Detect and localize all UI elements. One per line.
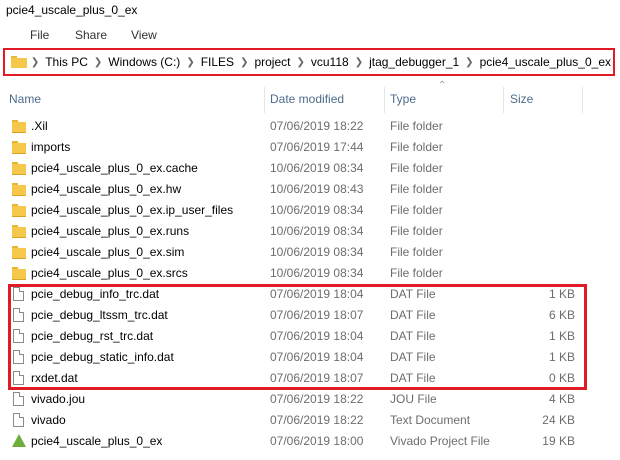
folder-icon — [12, 119, 26, 133]
folder-icon — [12, 245, 26, 259]
chevron-right-icon[interactable]: ❯ — [461, 57, 477, 68]
file-type: File folder — [390, 140, 443, 154]
chevron-right-icon[interactable]: ❯ — [292, 57, 308, 68]
file-name: pcie4_uscale_plus_0_ex.runs — [31, 224, 190, 238]
file-type: File folder — [390, 119, 443, 133]
file-name: .Xil — [31, 119, 48, 133]
file-row[interactable]: imports 07/06/2019 17:44 File folder — [0, 137, 620, 158]
sort-up-icon: ⌃ — [438, 80, 447, 91]
folder-icon — [12, 224, 26, 238]
column-divider[interactable] — [384, 87, 385, 113]
column-header-size[interactable]: Size — [510, 90, 533, 108]
file-row[interactable]: vivado 07/06/2019 18:22 Text Document 24 KB — [0, 410, 620, 431]
file-row[interactable]: pcie4_uscale_plus_0_ex.hw 10/06/2019 08:4… — [0, 179, 620, 200]
breadcrumb-vcu118[interactable]: vcu118 — [309, 55, 351, 69]
chevron-right-icon[interactable]: ❯ — [236, 57, 252, 68]
file-size: 24 KB — [542, 413, 575, 427]
file-name: imports — [31, 140, 71, 154]
window-title: pcie4_uscale_plus_0_ex — [6, 3, 138, 17]
file-name: pcie4_uscale_plus_0_ex — [31, 434, 163, 448]
breadcrumb-files[interactable]: FILES — [199, 55, 236, 69]
folder-icon — [12, 203, 26, 217]
column-header-name[interactable]: Name — [9, 90, 41, 108]
file-name: vivado — [31, 413, 66, 427]
folder-icon — [11, 56, 27, 68]
column-header-date[interactable]: Date modified — [270, 90, 344, 108]
file-type: File folder — [390, 266, 443, 280]
file-date: 07/06/2019 18:22 — [270, 413, 364, 427]
file-date: 10/06/2019 08:34 — [270, 266, 364, 280]
file-name: pcie4_uscale_plus_0_ex.sim — [31, 245, 185, 259]
file-date: 10/06/2019 08:34 — [270, 245, 364, 259]
file-type: File folder — [390, 224, 443, 238]
breadcrumb-project[interactable]: project — [252, 55, 292, 69]
address-bar[interactable]: ❯ This PC ❯ Windows (C:) ❯ FILES ❯ proje… — [3, 48, 615, 76]
file-type: JOU File — [390, 392, 437, 406]
file-date: 07/06/2019 18:22 — [270, 392, 364, 406]
folder-icon — [12, 161, 26, 175]
file-date: 07/06/2019 17:44 — [270, 140, 364, 154]
breadcrumb-windows-c[interactable]: Windows (C:) — [106, 55, 182, 69]
file-type: Vivado Project File — [390, 434, 490, 448]
file-date: 07/06/2019 18:22 — [270, 119, 364, 133]
file-type: File folder — [390, 203, 443, 217]
menu-view[interactable]: View — [131, 28, 157, 42]
file-type: File folder — [390, 245, 443, 259]
file-icon — [13, 392, 24, 406]
file-name: pcie4_uscale_plus_0_ex.cache — [31, 161, 198, 175]
file-type: File folder — [390, 161, 443, 175]
breadcrumb-current-folder[interactable]: pcie4_uscale_plus_0_ex — [478, 55, 613, 69]
file-date: 10/06/2019 08:34 — [270, 224, 364, 238]
highlight-box — [8, 284, 587, 390]
file-type: Text Document — [390, 413, 471, 427]
file-name: pcie4_uscale_plus_0_ex.hw — [31, 182, 182, 196]
file-row[interactable]: pcie4_uscale_plus_0_ex.cache 10/06/2019 0… — [0, 158, 620, 179]
folder-icon — [12, 182, 26, 196]
column-divider[interactable] — [503, 87, 504, 113]
file-row[interactable]: .Xil 07/06/2019 18:22 File folder — [0, 116, 620, 137]
file-date: 10/06/2019 08:34 — [270, 161, 364, 175]
chevron-right-icon[interactable]: ❯ — [182, 57, 198, 68]
column-divider[interactable] — [582, 87, 583, 113]
chevron-right-icon[interactable]: ❯ — [27, 57, 43, 68]
file-name: pcie4_uscale_plus_0_ex.srcs — [31, 266, 188, 280]
breadcrumb-jtag-debugger[interactable]: jtag_debugger_1 — [367, 55, 461, 69]
file-icon — [13, 413, 24, 427]
breadcrumb-this-pc[interactable]: This PC — [43, 55, 90, 69]
file-size: 4 KB — [548, 392, 575, 406]
file-row[interactable]: pcie4_uscale_plus_0_ex.runs 10/06/2019 08… — [0, 221, 620, 242]
folder-icon — [12, 266, 26, 280]
folder-icon — [12, 140, 26, 154]
file-row[interactable]: pcie4_uscale_plus_0_ex.ip_user_files 10/0… — [0, 200, 620, 221]
file-date: 10/06/2019 08:34 — [270, 203, 364, 217]
column-divider[interactable] — [264, 87, 265, 113]
chevron-right-icon[interactable]: ❯ — [351, 57, 367, 68]
file-name: pcie4_uscale_plus_0_ex.ip_user_files — [31, 203, 234, 217]
file-name: vivado.jou — [31, 392, 86, 406]
chevron-right-icon[interactable]: ❯ — [90, 57, 106, 68]
menu-file[interactable]: File — [30, 28, 49, 42]
file-date: 07/06/2019 18:00 — [270, 434, 364, 448]
file-size: 19 KB — [542, 434, 575, 448]
vivado-project-icon — [12, 434, 26, 447]
column-header-type[interactable]: Type — [390, 90, 416, 108]
file-row[interactable]: pcie4_uscale_plus_0_ex.sim 10/06/2019 08:… — [0, 242, 620, 263]
menu-share[interactable]: Share — [75, 28, 107, 42]
file-row[interactable]: pcie4_uscale_plus_0_ex 07/06/2019 18:00 Vi… — [0, 431, 620, 452]
file-row[interactable]: pcie4_uscale_plus_0_ex.srcs 10/06/2019 08… — [0, 263, 620, 284]
file-row[interactable]: vivado.jou 07/06/2019 18:22 JOU File 4 KB — [0, 389, 620, 410]
file-type: File folder — [390, 182, 443, 196]
file-date: 10/06/2019 08:43 — [270, 182, 364, 196]
